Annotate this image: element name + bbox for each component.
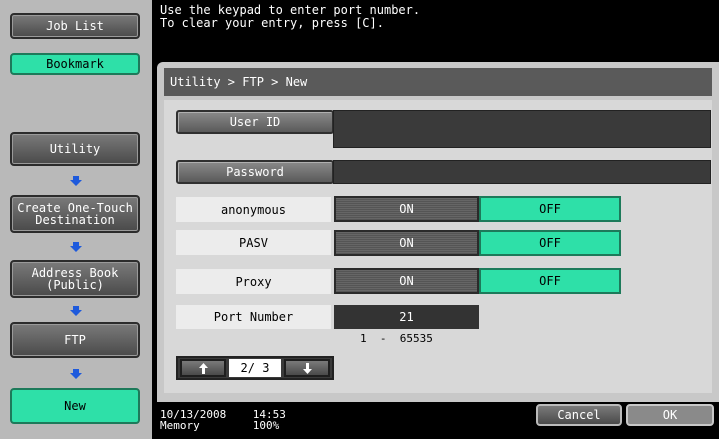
memory-value: 100% [252,419,280,432]
pasv-on-button[interactable]: ON [334,230,479,256]
memory-label: Memory [160,419,200,432]
proxy-off-button[interactable]: OFF [479,268,621,294]
off-label: OFF [539,274,561,288]
cancel-label: Cancel [557,408,601,422]
off-label: OFF [539,236,561,250]
password-field[interactable] [333,160,711,184]
job-list-button[interactable]: Job List [10,13,140,39]
user-id-label: User ID [229,115,281,129]
ftp-label: FTP [64,333,86,347]
message-line-2: To clear your entry, press [C]. [160,16,384,30]
instruction-message: Use the keypad to enter port number. To … [160,4,420,30]
breadcrumb: Utility > FTP > New [164,68,712,96]
arrow-down-icon [70,176,82,186]
proxy-on-button[interactable]: ON [334,268,479,294]
message-line-1: Use the keypad to enter port number. [160,3,421,17]
address-book-label-2: (Public) [46,278,104,292]
ok-label: OK [662,408,678,422]
user-id-button[interactable]: User ID [176,110,334,134]
anonymous-label: anonymous [176,197,331,222]
create-one-touch-label-2: Destination [35,213,115,227]
anonymous-off-button[interactable]: OFF [479,196,621,222]
form-area: User ID Password anonymous ON OFF PASV O… [164,100,712,393]
job-list-label: Job List [46,19,104,33]
cancel-button[interactable]: Cancel [536,404,622,426]
ftp-button[interactable]: FTP [10,322,140,358]
address-book-public-button[interactable]: Address Book (Public) [10,260,140,298]
status-bar: 10/13/2008 14:53 Memory 100% [160,409,286,431]
user-id-field[interactable] [333,110,711,148]
arrow-down-icon [302,362,312,374]
page-down-button[interactable] [284,359,330,377]
new-label: New [64,399,86,413]
arrow-up-icon [198,362,208,374]
password-label: Password [226,165,284,179]
pasv-off-button[interactable]: OFF [479,230,621,256]
sidebar: Job List Bookmark Utility Create One-Tou… [0,0,152,439]
ok-button[interactable]: OK [626,404,714,426]
port-number-value[interactable]: 21 [334,305,479,329]
new-button[interactable]: New [10,388,140,424]
off-label: OFF [539,202,561,216]
bookmark-label: Bookmark [46,57,104,71]
page-indicator: 2/ 3 [229,359,281,377]
on-label: ON [399,274,414,288]
on-label: ON [399,236,414,250]
pasv-label: PASV [176,230,331,255]
utility-label: Utility [49,142,101,156]
arrow-down-icon [70,242,82,252]
bookmark-button[interactable]: Bookmark [10,53,140,75]
password-button[interactable]: Password [176,160,334,184]
on-label: ON [399,202,414,216]
create-one-touch-destination-button[interactable]: Create One-Touch Destination [10,195,140,233]
port-range: 1 - 65535 [360,332,433,345]
page-up-button[interactable] [180,359,226,377]
arrow-down-icon [70,369,82,379]
proxy-label: Proxy [176,269,331,294]
page-navigator: 2/ 3 [176,356,334,380]
utility-button[interactable]: Utility [10,132,140,166]
anonymous-on-button[interactable]: ON [334,196,479,222]
port-number-label: Port Number [176,305,331,329]
arrow-down-icon [70,306,82,316]
